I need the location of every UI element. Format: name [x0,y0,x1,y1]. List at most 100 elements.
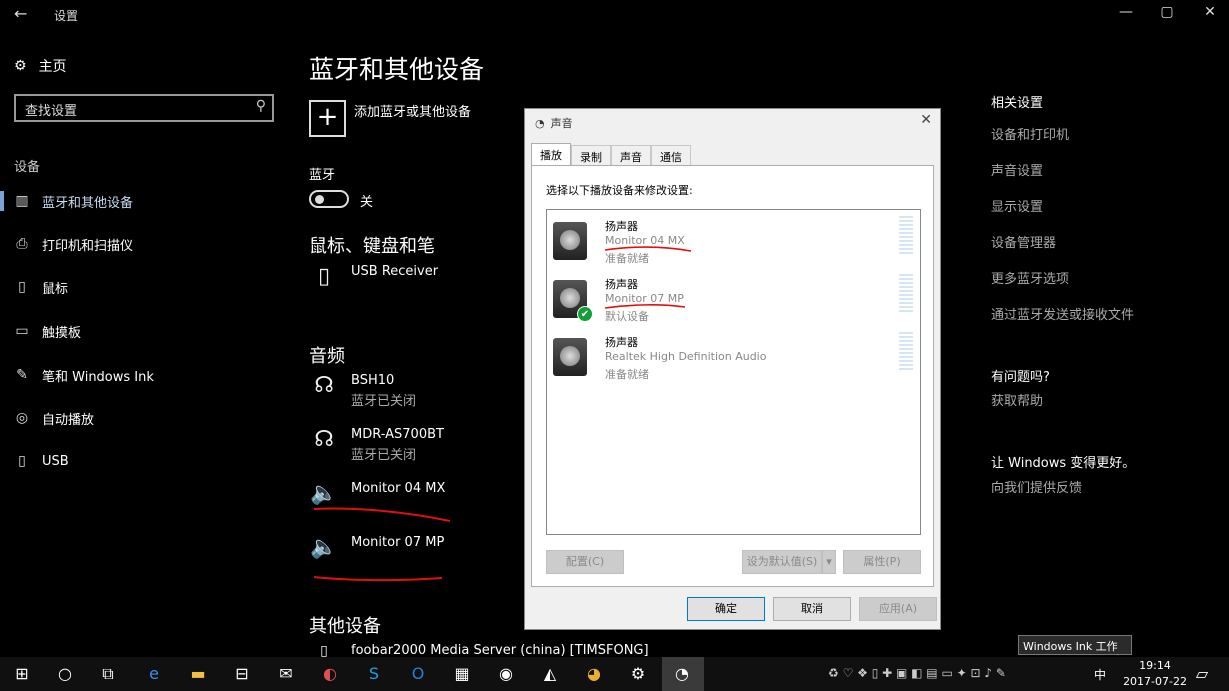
search-input[interactable]: 查找设置 ⚲ [14,94,274,122]
link-more-bluetooth[interactable]: 更多蓝牙选项 [991,268,1069,287]
related-heading: 相关设置 [991,96,1044,111]
minimize-button[interactable]: — [1111,4,1141,20]
red-annotation-line [313,507,451,522]
tray-icons[interactable]: ♻ ♡ ❖ ▯ ✚ ▣ ◧ ▤ ▭ ✦ ⊡ ♪ ✎ [828,666,1006,680]
weibo-icon[interactable]: ◉ [494,663,518,685]
list-item[interactable]: 扬声器 Realtek High Definition Audio 准备就绪 [553,332,913,386]
other-section-heading: 其他设备 [309,616,381,637]
volume-meter [899,274,913,312]
chrome-icon[interactable]: ◕ [582,663,606,685]
sidebar-item-label: 打印机和扫描仪 [42,238,134,254]
sidebar-item-label: 笔和 Windows Ink [42,369,154,385]
outlook-icon[interactable]: O [406,663,430,685]
device-status: 蓝牙已关闭 [351,448,417,463]
properties-button[interactable]: 属性(P) [843,550,921,574]
device-name: Monitor 07 MP [351,535,445,550]
link-sound-settings[interactable]: 声音设置 [991,160,1043,179]
action-center-icon[interactable]: ▱ [1190,663,1214,685]
tab-communications[interactable]: 通信 [651,145,691,166]
device-bsh10[interactable]: ☊ BSH10 蓝牙已关闭 [309,373,416,409]
tab-recording[interactable]: 录制 [571,145,611,166]
calculator-icon[interactable]: ▦ [450,663,474,685]
dialog-title-bar: ◔ 声音 [535,115,573,131]
dialog-title: 声音 [550,117,573,130]
sidebar-item-mouse[interactable]: ▯ 鼠标 [14,276,68,298]
sound-dialog: ◔ 声音 ✕ 播放 录制 声音 通信 选择以下播放设备来修改设置: 扬声器 Mo… [524,108,941,630]
ok-button[interactable]: 确定 [687,597,765,621]
tab-playback[interactable]: 播放 [531,143,571,166]
red-annotation-line [604,304,686,309]
device-name: Monitor 04 MX [351,481,446,496]
mouse-section-heading: 鼠标、键盘和笔 [309,236,435,257]
explorer-icon[interactable]: ▬ [186,663,210,685]
device-monitor-04-mx[interactable]: 🔈 Monitor 04 MX [309,481,445,506]
sidebar-item-printers[interactable]: ⎙ 打印机和扫描仪 [14,233,133,255]
link-bluetooth-transfer[interactable]: 通过蓝牙发送或接收文件 [991,304,1134,323]
printer-icon: ⎙ [16,236,28,252]
link-device-manager[interactable]: 设备管理器 [991,232,1056,251]
link-display-settings[interactable]: 显示设置 [991,196,1043,215]
sidebar-item-usb[interactable]: ▯ USB [14,450,69,472]
settings-gear-icon[interactable]: ⚙ [626,663,650,685]
link-feedback[interactable]: 向我们提供反馈 [991,477,1082,496]
sidebar-item-pen[interactable]: ✎ 笔和 Windows Ink [14,364,154,386]
add-device-label[interactable]: 添加蓝牙或其他设备 [354,101,471,120]
dialog-tabs: 播放 录制 声音 通信 [531,143,691,166]
headset-icon: ☊ [314,373,334,398]
mouse-icon: ▯ [317,264,331,289]
store-icon[interactable]: ⊟ [230,663,254,685]
configure-button[interactable]: 配置(C) [546,550,624,574]
device-type: 扬声器 [605,220,638,233]
mail-icon[interactable]: ✉ [274,663,298,685]
playback-device-list[interactable]: 扬声器 Monitor 04 MX 准备就绪 ✔ 扬声器 Monitor 07 … [546,209,921,535]
close-button[interactable]: ✕ [1195,4,1225,20]
foobar-icon[interactable]: ◭ [538,663,562,685]
sidebar-item-label: 蓝牙和其他设备 [42,195,134,211]
title-bar: ← 设置 — ▢ ✕ [0,0,1229,30]
dialog-close-button[interactable]: ✕ [920,112,932,128]
sidebar-item-autoplay[interactable]: ◎ 自动播放 [14,407,94,429]
speaker-icon: ◔ [535,116,545,130]
device-type: 扬声器 [605,336,638,349]
home-link[interactable]: ⚙ 主页 [14,56,67,76]
set-default-dropdown[interactable]: ▾ [822,550,836,574]
maximize-button[interactable]: ▢ [1152,4,1182,20]
bluetooth-toggle[interactable] [309,190,349,208]
device-monitor-07-mp[interactable]: 🔈 Monitor 07 MP [309,535,444,560]
sidebar-item-label: USB [42,453,69,469]
device-status: 蓝牙已关闭 [351,394,417,409]
cancel-button[interactable]: 取消 [773,597,851,621]
cortana-icon[interactable]: ○ [53,663,77,685]
list-item[interactable]: 扬声器 Monitor 04 MX 准备就绪 [553,216,913,270]
device-usb-receiver[interactable]: ▯ USB Receiver [309,264,438,289]
bluetooth-state: 关 [360,195,374,210]
skype-icon[interactable]: S [362,663,386,685]
edge-icon[interactable]: e [142,663,166,685]
device-name: USB Receiver [351,264,439,279]
section-label: 设备 [14,160,41,175]
touchpad-icon: ▭ [15,323,29,339]
link-get-help[interactable]: 获取帮助 [991,390,1043,409]
start-icon[interactable]: ⊞ [10,663,34,685]
tab-sounds[interactable]: 声音 [611,145,651,166]
speaker-icon: 🔈 [310,481,338,506]
task-view-icon[interactable]: ⧉ [96,663,120,685]
speaker-icon: 🔈 [310,535,338,560]
sidebar-item-bluetooth[interactable]: ▥ 蓝牙和其他设备 [0,190,134,212]
audio-section-heading: 音频 [309,346,345,367]
back-arrow-icon[interactable]: ← [14,4,27,23]
app-icon[interactable]: ◐ [318,663,342,685]
ime-indicator[interactable]: 中 [1094,666,1106,683]
chevron-down-icon: ▾ [826,555,832,568]
list-item[interactable]: ✔ 扬声器 Monitor 07 MP 默认设备 [553,274,913,328]
clock[interactable]: 19:14 2017-07-22 [1123,658,1187,690]
taskbar: ⊞ ○ ⧉ e ▬ ⊟ ✉ ◐ S O ▦ ◉ ◭ ◕ ⚙ ◔ ♻ ♡ ❖ ▯ … [0,657,1229,691]
device-mdr-as700bt[interactable]: ☊ MDR-AS700BT 蓝牙已关闭 [309,427,444,463]
link-devices-printers[interactable]: 设备和打印机 [991,124,1069,143]
add-device-button[interactable]: + [309,100,346,137]
instruction-text: 选择以下播放设备来修改设置: [546,184,693,197]
apply-button[interactable]: 应用(A) [859,597,937,621]
sidebar-item-touchpad[interactable]: ▭ 触摸板 [14,320,81,342]
sound-app-icon[interactable]: ◔ [670,663,694,685]
set-default-button[interactable]: 设为默认值(S) [742,550,822,574]
